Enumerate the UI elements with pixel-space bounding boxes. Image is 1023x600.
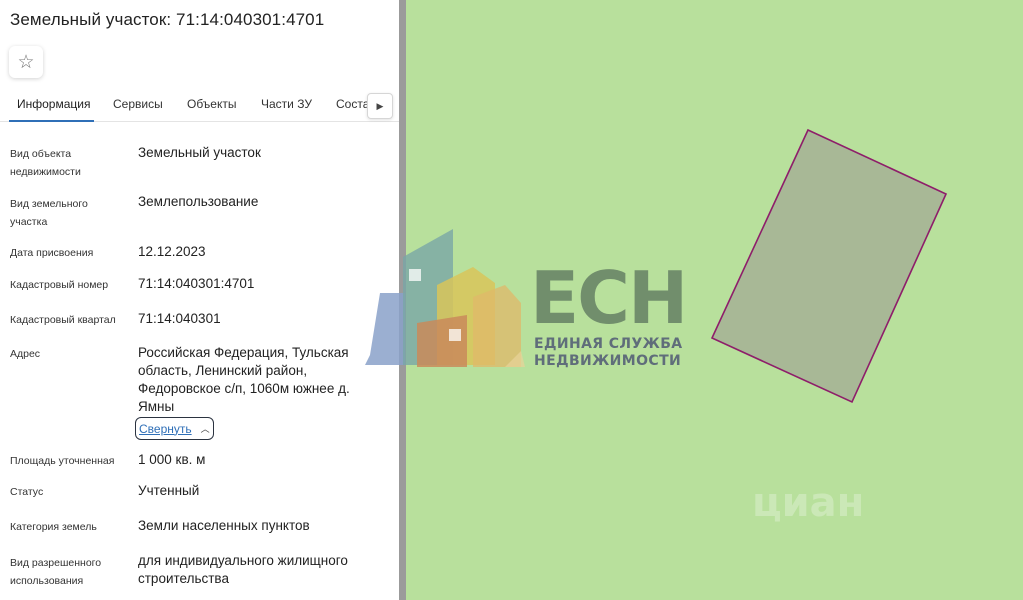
field-value-permitted-use: для индивидуального жилищного строительс… [138,553,348,586]
field-value-cadastral-block: 71:14:040301 [138,311,221,326]
tabs-scroll-right-button[interactable]: ▶ [367,93,393,119]
field-label-land-kind: Вид земельного участка [10,198,88,228]
field-value-cadastral-number: 71:14:040301:4701 [138,276,255,291]
tabs-scroll-area: Информация Сервисы Объекты Части ЗУ Сост… [0,88,368,122]
field-value-object-type: Земельный участок [138,145,261,160]
cian-watermark: циан [752,480,865,526]
tab-bar: Информация Сервисы Объекты Части ЗУ Сост… [0,88,399,122]
field-value-status: Учтенный [138,483,200,498]
star-outline-icon: ☆ [17,51,35,73]
info-panel: Земельный участок: 71:14:040301:4701 ☆ И… [0,0,399,600]
field-label-status: Статус [10,486,44,498]
tab-services[interactable]: Сервисы [113,97,163,111]
land-parcel-polygon[interactable] [710,128,948,404]
active-tab-indicator [9,120,94,122]
tab-info[interactable]: Информация [17,97,90,111]
field-label-permitted-use: Вид разрешенного использования [10,557,102,587]
page-title: Земельный участок: 71:14:040301:4701 [10,10,325,29]
esn-logo-subtitle-1: ЕДИНАЯ СЛУЖБА [534,336,683,352]
tab-objects[interactable]: Объекты [187,97,237,111]
field-label-assign-date: Дата присвоения [10,247,94,259]
field-label-address: Адрес [10,348,41,360]
field-label-cadastral-number: Кадастровый номер [10,279,109,291]
caret-right-icon: ▶ [376,100,384,111]
collapse-link[interactable]: Свернуть [139,422,192,436]
favorite-button[interactable]: ☆ [9,46,43,78]
chevron-up-icon: ︿ [200,424,210,434]
field-label-object-type: Вид объекта недвижимости [10,148,81,178]
tab-composition[interactable]: Состав [336,97,368,111]
field-label-land-category: Категория земель [10,521,97,533]
tab-land-parts[interactable]: Части ЗУ [261,97,312,111]
field-value-address: Российская Федерация, Тульская область, … [138,345,350,414]
field-label-cadastral-block: Кадастровый квартал [10,314,116,326]
esn-logo-subtitle-2: НЕДВИЖИМОСТИ [534,353,682,369]
field-value-assign-date: 12.12.2023 [138,244,206,259]
field-label-area: Площадь уточненная [10,455,115,467]
esn-logo-word: ЕСН [530,256,688,340]
field-value-land-kind: Землепользование [138,194,259,209]
field-value-area: 1 000 кв. м [138,452,206,467]
collapse-button[interactable]: Свернуть ︿ [135,417,214,440]
field-value-land-category: Земли населенных пунктов [138,518,310,533]
